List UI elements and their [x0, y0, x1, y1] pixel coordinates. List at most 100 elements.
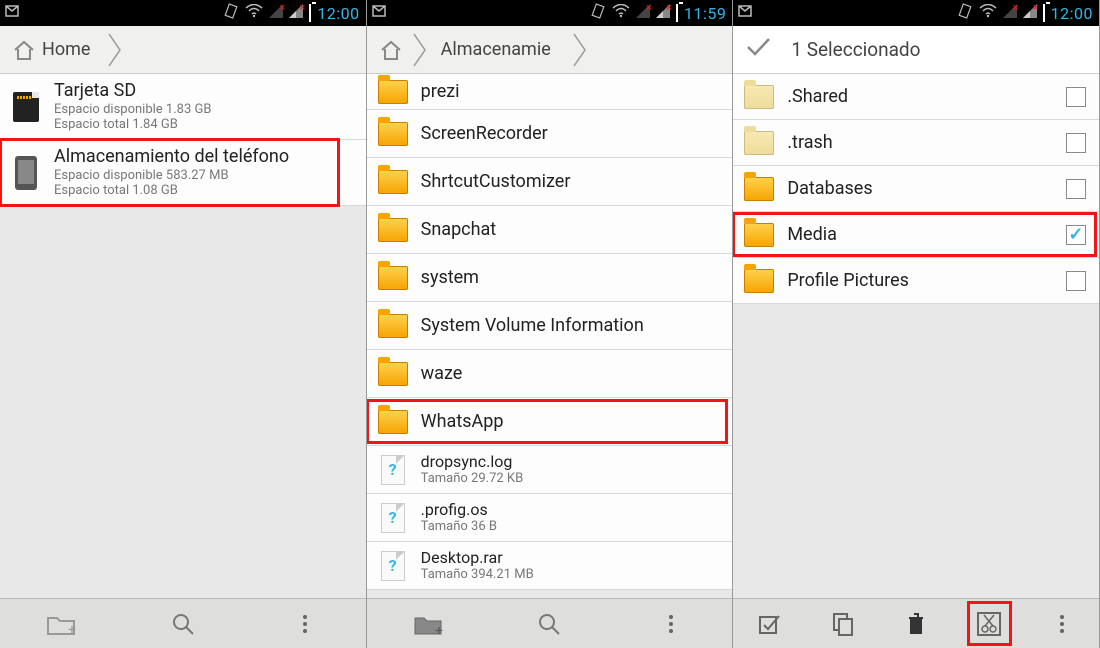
file-icon: ? — [381, 503, 405, 533]
status-time: 12:00 — [317, 4, 359, 23]
folder-item[interactable]: Databases — [733, 166, 1099, 212]
storage-sd[interactable]: Tarjeta SD Espacio disponible 1.83 GB Es… — [0, 74, 366, 140]
checkbox[interactable] — [1066, 225, 1086, 245]
cut-button[interactable] — [953, 599, 1026, 648]
rotation-lock-icon — [957, 3, 973, 23]
storage-title: Tarjeta SD — [54, 80, 356, 102]
search-button[interactable] — [489, 599, 611, 648]
folder-list[interactable]: prezi ScreenRecorder ShrtcutCustomizer S… — [367, 74, 733, 598]
folder-item[interactable]: Snapchat — [367, 206, 733, 254]
wifi-icon — [245, 4, 263, 22]
home-icon — [12, 39, 36, 61]
file-name: .profig.os — [421, 500, 723, 519]
storage-total: Espacio total 1.08 GB — [54, 183, 356, 199]
storage-phone[interactable]: Almacenamiento del teléfono Espacio disp… — [0, 140, 366, 206]
folder-icon — [378, 122, 408, 146]
folder-name: system — [421, 267, 723, 289]
notification-icon — [4, 4, 20, 22]
checkbox[interactable] — [1066, 87, 1086, 107]
folder-item[interactable]: ShrtcutCustomizer — [367, 158, 733, 206]
folder-item[interactable]: .trash — [733, 120, 1099, 166]
folder-name: Databases — [787, 178, 1051, 200]
wifi-icon — [979, 4, 997, 22]
chevron-right-icon — [573, 30, 587, 70]
overflow-menu-button[interactable] — [610, 599, 732, 648]
selection-count-label: 1 Seleccionado — [791, 38, 920, 61]
overflow-menu-button[interactable] — [1026, 599, 1099, 648]
file-icon: ? — [381, 551, 405, 581]
folder-icon — [744, 223, 774, 247]
file-icon: ? — [381, 455, 405, 485]
selection-header: 1 Seleccionado — [733, 26, 1099, 74]
search-button[interactable] — [122, 599, 244, 648]
checkbox[interactable] — [1066, 271, 1086, 291]
breadcrumb-home[interactable] — [373, 30, 409, 70]
svg-text:+: + — [435, 623, 443, 636]
notification-icon — [737, 4, 753, 22]
overflow-menu-button[interactable] — [244, 599, 366, 648]
folder-icon — [378, 362, 408, 386]
chevron-right-icon — [413, 30, 427, 70]
folder-icon — [378, 314, 408, 338]
folder-item[interactable]: Profile Pictures — [733, 258, 1099, 304]
file-item[interactable]: ? Desktop.rar Tamaño 394.21 MB — [367, 542, 733, 590]
panel-folder-list: × × 11:59 Almacenamie prezi ScreenRecord… — [367, 0, 734, 648]
folder-item[interactable]: ScreenRecorder — [367, 110, 733, 158]
rotation-lock-icon — [590, 3, 606, 23]
file-item[interactable]: ? .profig.os Tamaño 36 B — [367, 494, 733, 542]
folder-item[interactable]: prezi — [367, 74, 733, 110]
rotation-lock-icon — [223, 3, 239, 23]
folder-icon — [378, 80, 408, 104]
status-bar: × × 11:59 — [367, 0, 733, 26]
folder-name: Profile Pictures — [787, 270, 1051, 292]
folder-name: Media — [787, 224, 1051, 246]
status-time: 11:59 — [684, 4, 726, 23]
folder-media[interactable]: Media — [733, 212, 1099, 258]
delete-button[interactable] — [880, 599, 953, 648]
select-all-button[interactable] — [733, 599, 806, 648]
copy-button[interactable] — [806, 599, 879, 648]
folder-name: ScreenRecorder — [421, 123, 723, 145]
breadcrumb-label: Almacenamie — [441, 39, 551, 60]
folder-name: waze — [421, 363, 723, 385]
folder-name: Snapchat — [421, 219, 723, 241]
folder-name: .trash — [787, 132, 1051, 154]
breadcrumb-home-label: Home — [42, 39, 90, 60]
file-item[interactable]: ? dropsync.log Tamaño 29.72 KB — [367, 446, 733, 494]
signal1-icon: × — [1003, 4, 1017, 22]
storage-title: Almacenamiento del teléfono — [54, 146, 356, 168]
folder-name: .Shared — [787, 86, 1051, 108]
signal2-icon: × — [289, 4, 303, 22]
folder-icon — [378, 266, 408, 290]
folder-icon — [744, 131, 774, 155]
action-bar: + — [0, 598, 366, 648]
status-time: 12:00 — [1051, 4, 1093, 23]
folder-name: WhatsApp — [421, 411, 723, 433]
new-folder-button[interactable]: + — [367, 599, 489, 648]
folder-item[interactable]: system — [367, 254, 733, 302]
folder-item[interactable]: System Volume Information — [367, 302, 733, 350]
wifi-icon — [612, 4, 630, 22]
folder-name: System Volume Information — [421, 315, 723, 337]
checkbox[interactable] — [1066, 179, 1086, 199]
overflow-icon — [303, 615, 307, 633]
folder-item[interactable]: waze — [367, 350, 733, 398]
folder-whatsapp[interactable]: WhatsApp — [367, 398, 733, 446]
breadcrumb-bar: Almacenamie — [367, 26, 733, 74]
signal1-icon: × — [636, 4, 650, 22]
battery-icon — [676, 5, 678, 21]
folder-name: prezi — [421, 81, 723, 103]
folder-item[interactable]: .Shared — [733, 74, 1099, 120]
breadcrumb-storage[interactable]: Almacenamie — [431, 30, 569, 70]
checkbox[interactable] — [1066, 133, 1086, 153]
sd-card-icon — [13, 92, 39, 122]
file-size: Tamaño 29.72 KB — [421, 471, 723, 487]
folder-name: ShrtcutCustomizer — [421, 171, 723, 193]
new-folder-button[interactable]: + — [0, 599, 122, 648]
file-size: Tamaño 394.21 MB — [421, 567, 723, 583]
overflow-icon — [1060, 615, 1064, 633]
file-name: dropsync.log — [421, 452, 723, 471]
breadcrumb-home[interactable]: Home — [6, 30, 104, 70]
done-icon[interactable] — [745, 36, 771, 63]
action-bar: + — [367, 598, 733, 648]
